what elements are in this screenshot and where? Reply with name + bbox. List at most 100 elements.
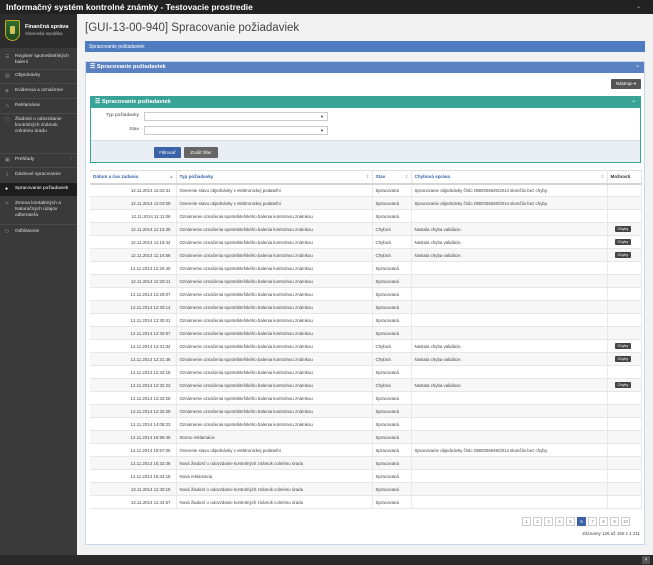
table-row[interactable]: 12.11.2014 12:32:22 Oznámenie označenia s…: [90, 378, 642, 392]
state-select[interactable]: ▼: [144, 126, 328, 135]
cell-state: Spracovaná: [372, 313, 412, 327]
logo[interactable]: Finančná správa Slovenská republika: [0, 14, 77, 48]
table-row[interactable]: 12.11.2014 12:30:14 Oznámenie označenia s…: [90, 300, 642, 314]
table-row[interactable]: 12.11.2014 12:30:41 Oznámenie označenia s…: [90, 313, 642, 327]
table-row[interactable]: 12.11.2014 11:16:56 Oznámenie označenia s…: [90, 248, 642, 262]
page-title: [GUI-13-00-940] Spracovanie požiadaviek: [85, 22, 300, 34]
clear-filter-button[interactable]: Zrušiť filter: [184, 147, 218, 158]
page-button[interactable]: 3: [544, 517, 553, 526]
errors-button[interactable]: Chyby: [614, 239, 632, 245]
scroll-up-icon[interactable]: ˄: [642, 556, 650, 564]
cell-error: Nastala chyba validácie.: [411, 248, 608, 262]
column-header-type[interactable]: Typ požiadavky ⇕: [176, 170, 373, 185]
table-row[interactable]: 12.11.2014 12:31:32 Oznámenie označenia s…: [90, 339, 642, 353]
table-row[interactable]: 12.11.2014 12:32:18 Oznámenie označenia s…: [90, 365, 642, 379]
page-button[interactable]: 5: [566, 517, 575, 526]
table-row[interactable]: 12.11.2014 14:08:23 Oznámenie označenia s…: [90, 417, 642, 431]
errors-button[interactable]: Chyby: [614, 343, 632, 349]
page-button[interactable]: 2: [533, 517, 542, 526]
chevron-down-icon[interactable]: ⌄: [631, 98, 636, 104]
cell-type: Storno reklamácie: [176, 430, 373, 444]
sidebar-item-batch[interactable]: ⇪ Dávkové spracovanie: [0, 172, 77, 178]
cell-state: Spracovaná: [372, 326, 412, 340]
breadcrumb[interactable]: Spracovanie požiadaviek: [85, 41, 645, 52]
table-row[interactable]: 13.11.2014 11:44:57 Nová žiadosť o odovzd…: [90, 495, 642, 509]
table-row[interactable]: 12.11.2014 16:32:48 Nová žiadosť o odovzd…: [90, 456, 642, 470]
page-button[interactable]: 10: [621, 517, 630, 526]
filter-header[interactable]: ☰ Spracovanie požiadaviek ⌄: [91, 97, 640, 108]
errors-button[interactable]: Chyby: [614, 382, 632, 388]
cell-state: Spracovaná: [372, 430, 412, 444]
page-button[interactable]: 9: [610, 517, 619, 526]
cell-error: [411, 300, 608, 314]
state-label: Stav: [129, 127, 139, 132]
table-row[interactable]: 13.11.2014 11:40:18 Nová žiadosť o odovzd…: [90, 482, 642, 496]
table-row[interactable]: 12.11.2014 16:34:18 Nová reklamácia Spraco…: [90, 469, 642, 483]
column-header-state[interactable]: Stav ⇕: [372, 170, 412, 185]
cell-type: Nová žiadosť o odovzdanie kontrolných zn…: [176, 495, 373, 509]
type-select[interactable]: ▼: [144, 112, 328, 121]
divider: [0, 113, 77, 114]
table-row[interactable]: 12.11.2014 12:28:11 Oznámenie označenia s…: [90, 274, 642, 288]
table-row[interactable]: 12.11.2014 11:11:06 Oznámenie označenia s…: [90, 209, 642, 223]
errors-button[interactable]: Chyby: [614, 226, 632, 232]
table-row[interactable]: 12.11.2014 12:30:57 Oznámenie označenia s…: [90, 326, 642, 340]
table-row[interactable]: 12.11.2014 11:03:09 Overenie stavu objedn…: [90, 196, 642, 210]
cell-type: Oznámenie označenia spotrebiteľského bal…: [176, 339, 373, 353]
cell-state: Chybná: [372, 222, 412, 236]
sidebar-item-logout[interactable]: ⏻ Odhlásenie: [0, 229, 77, 235]
errors-button[interactable]: Chyby: [614, 252, 632, 258]
page-button[interactable]: 8: [599, 517, 608, 526]
sidebar-item-orders[interactable]: ▤ Objednávky: [0, 73, 77, 79]
page-button[interactable]: 6: [577, 517, 586, 526]
cell-date: 12.11.2014 12:32:22: [90, 378, 177, 392]
sidebar-item-label: Objednávky: [15, 73, 41, 78]
cell-type: Oznámenie označenia spotrebiteľského bal…: [176, 417, 373, 431]
cell-type: Nová žiadosť o odovzdanie kontrolných zn…: [176, 456, 373, 470]
sidebar-item-contact-change[interactable]: ✎ Zmena kontaktných a Naturačných údajov …: [0, 201, 77, 219]
cell-date: 12.11.2014 12:30:14: [90, 300, 177, 314]
page-button[interactable]: 4: [555, 517, 564, 526]
column-header-error[interactable]: Chybová správa ⇕: [411, 170, 608, 185]
requests-table: Dátum a čas zadania ▲ Typ požiadavky ⇕ Sta…: [90, 170, 642, 509]
cell-options: [607, 430, 642, 444]
table-row[interactable]: 12.11.2014 11:15:35 Oznámenie označenia s…: [90, 222, 642, 236]
column-header-label: Dátum a čas zadania: [93, 174, 139, 180]
table-row[interactable]: 12.11.2014 15:58:46 Storno reklamácie Spra…: [90, 430, 642, 444]
table-row[interactable]: 12.11.2014 12:31:46 Oznámenie označenia s…: [90, 352, 642, 366]
cell-date: 12.11.2014 16:34:18: [90, 469, 177, 483]
sidebar-item-register[interactable]: ☰ Register spotrebiteľských balení: [0, 54, 77, 66]
errors-button[interactable]: Chyby: [614, 356, 632, 362]
tools-button[interactable]: Nástroje ▾: [611, 79, 641, 89]
sidebar-item-processing[interactable]: ● Spracovanie požiadaviek: [0, 183, 77, 196]
sidebar-item-requests[interactable]: ▢ Žiadosti o odovzdanie kontrolných známo…: [0, 117, 77, 135]
cell-state: Chybná: [372, 352, 412, 366]
tag-icon: ◈: [5, 88, 9, 94]
table-row[interactable]: 12.11.2014 12:26:40 Oznámenie označenia s…: [90, 261, 642, 275]
table-row[interactable]: 12.11.2014 11:16:42 Oznámenie označenia s…: [90, 235, 642, 249]
filter-button[interactable]: Filtrovať: [154, 147, 181, 158]
table-row[interactable]: 12.11.2014 15:57:06 Overenie stavu objedn…: [90, 443, 642, 457]
sidebar-item-overviews[interactable]: ▣ Prehľady ›: [0, 157, 77, 163]
table-row[interactable]: 12.11.2014 12:29:07 Oznámenie označenia s…: [90, 287, 642, 301]
cell-type: Oznámenie označenia spotrebiteľského bal…: [176, 313, 373, 327]
column-header-date[interactable]: Dátum a čas zadania ▲: [90, 170, 177, 185]
cell-error: [411, 469, 608, 483]
sidebar-item-complaints[interactable]: ⚠ Reklamácie: [0, 103, 77, 109]
chevron-down-icon[interactable]: ⌄: [635, 63, 640, 69]
filter-footer: Filtrovať Zrušiť filter: [91, 140, 640, 162]
page-button[interactable]: 7: [588, 517, 597, 526]
table-body: 12.11.2014 11:02:31 Overenie stavu objedn…: [90, 183, 642, 509]
sidebar-item-evidence[interactable]: ◈ Evidencia a označenie: [0, 88, 77, 94]
sort-icon: ⇕: [600, 174, 605, 179]
table-row[interactable]: 12.11.2014 12:32:29 Oznámenie označenia s…: [90, 404, 642, 418]
cell-options: [607, 196, 642, 210]
chevron-down-icon[interactable]: ⌄: [636, 3, 641, 10]
page-button[interactable]: 1: [522, 517, 531, 526]
cell-type: Oznámenie označenia spotrebiteľského bal…: [176, 378, 373, 392]
table-row[interactable]: 12.11.2014 12:32:26 Oznámenie označenia s…: [90, 391, 642, 405]
panel-header[interactable]: ☰ Spracovanie požiadaviek ⌄: [86, 62, 644, 73]
table-row[interactable]: 12.11.2014 11:02:31 Overenie stavu objedn…: [90, 183, 642, 197]
cell-state: Spracovaná: [372, 417, 412, 431]
cell-error: [411, 495, 608, 509]
